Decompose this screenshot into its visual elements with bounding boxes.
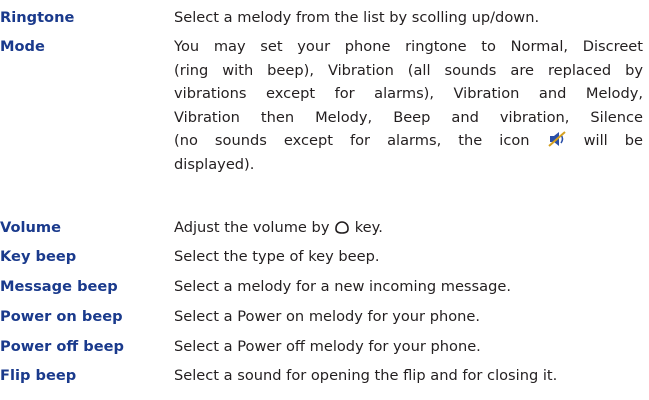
term-description: Select a sound for opening the flip and … <box>174 367 558 384</box>
description-fragment: Adjust the volume by <box>174 219 330 236</box>
description-fragment: (no sounds except for alarms, the icon <box>174 132 530 149</box>
term-description: Select a Power on melody for your phone. <box>174 308 481 325</box>
term-label: Message beep <box>0 278 118 295</box>
description-line: Vibration then Melody, Beep and vibratio… <box>174 108 643 126</box>
description-fragment: key. <box>354 219 383 236</box>
term-description: Select a melody for a new incoming messa… <box>174 278 511 295</box>
term-description: Select a Power off melody for your phone… <box>174 338 481 355</box>
term-description: Select a melody from the list by scollin… <box>174 9 540 26</box>
description-line: (ring with beep), Vibration (all sounds … <box>174 61 643 79</box>
term-label: Key beep <box>0 248 77 265</box>
term-label: Flip beep <box>0 367 77 384</box>
description-fragment: will be <box>583 132 644 149</box>
description-line: displayed). <box>174 155 255 173</box>
term-label: Mode <box>0 38 45 55</box>
silent-mode-icon <box>547 130 567 148</box>
term-label: Power off beep <box>0 338 124 355</box>
term-description: Select the type of key beep. <box>174 248 380 265</box>
term-description: You may set your phone ringtone to Norma… <box>174 35 643 176</box>
term-description: Adjust the volume by key. <box>174 216 643 240</box>
term-label: Power on beep <box>0 308 123 325</box>
term-label: Volume <box>0 219 62 236</box>
term-label: Ringtone <box>0 9 75 26</box>
navigation-key-icon <box>334 219 350 235</box>
description-line: You may set your phone ringtone to Norma… <box>174 38 643 55</box>
description-line-with-icon: (no sounds except for alarms, the icon w… <box>174 129 643 153</box>
description-line: vibrations except for alarms), Vibration… <box>174 85 643 102</box>
